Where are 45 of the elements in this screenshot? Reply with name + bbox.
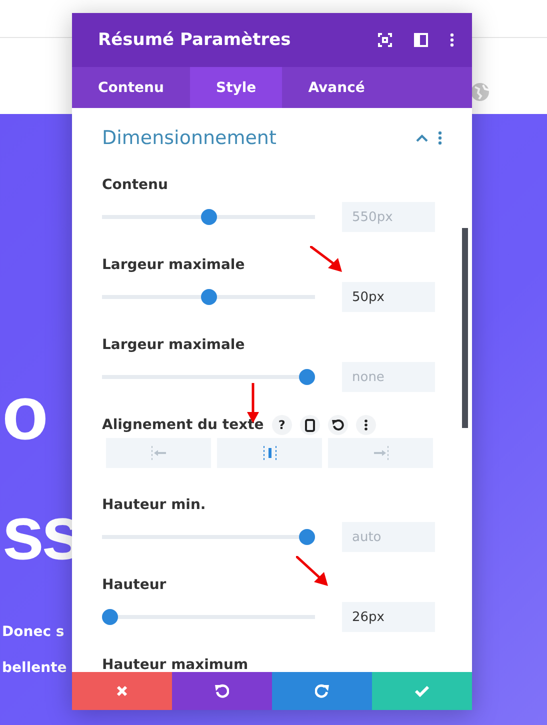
setting-label: Largeur maximale [102,256,245,275]
scrollbar[interactable] [462,228,468,428]
hero-paragraph-text: bellente [1,659,67,678]
slider-thumb[interactable] [200,209,216,225]
sidebar-icon[interactable] [414,33,428,47]
reset-icon[interactable] [328,415,348,435]
check-icon [415,686,429,696]
value-field[interactable]: 550px [342,202,435,232]
align-right-icon [372,445,390,461]
align-left-icon [150,445,168,461]
tab[interactable]: Avancé [282,67,391,108]
setting-label: Largeur maximale [102,336,245,355]
slider-thumb[interactable] [102,609,118,625]
align-center-icon [260,445,278,461]
slider-thumb[interactable] [299,529,315,545]
value-field[interactable]: none [342,362,435,392]
help-button[interactable]: ? [272,415,292,435]
slider-thumb[interactable] [299,369,315,385]
section-title[interactable]: Dimensionnement [102,127,406,149]
more-icon[interactable] [356,415,376,435]
undo-icon [215,684,229,698]
modal-title: Résumé Paramètres [98,30,292,50]
redo-button[interactable] [272,672,372,710]
more-icon[interactable] [450,33,454,47]
fullscreen-icon[interactable] [378,33,392,47]
value-field[interactable]: 26px [342,602,435,632]
redo-icon [315,684,329,698]
chevron-up-icon[interactable] [416,134,428,142]
setting-label: Contenu [102,176,168,195]
undo-button[interactable] [172,672,272,710]
phone-icon[interactable] [300,415,320,435]
tab[interactable]: Contenu [72,67,190,108]
annotation-arrow [310,246,342,272]
setting-label: Hauteur maximum [102,656,248,672]
setting-label: Hauteur min. [102,496,206,515]
value-field[interactable]: 50px [342,282,435,312]
hero-paragraph-text: Donec s [1,623,64,642]
hero-heading-text: o [2,370,46,458]
annotation-arrow [296,556,328,586]
value-field[interactable]: auto [342,522,435,552]
close-icon [116,685,128,697]
setting-label: Alignement du texte [102,416,264,435]
setting-label: Hauteur [102,576,166,595]
tab[interactable]: Style [190,67,282,108]
slider-thumb[interactable] [200,289,216,305]
